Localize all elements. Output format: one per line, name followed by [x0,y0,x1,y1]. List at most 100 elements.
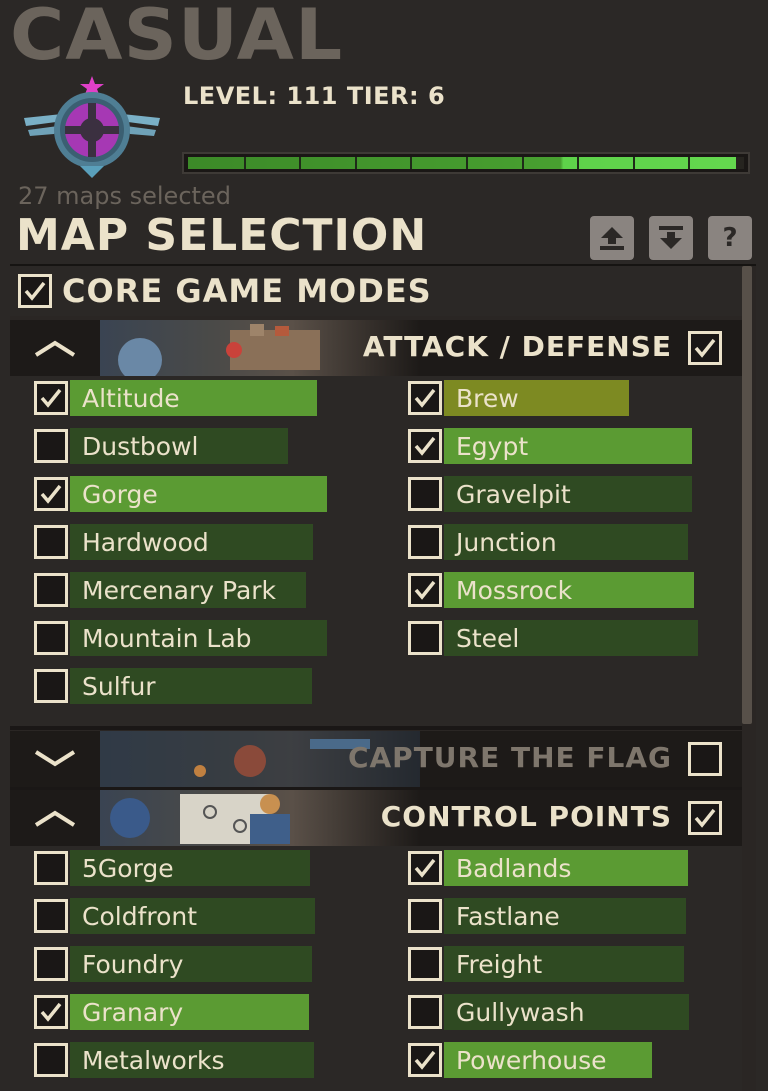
map-name: 5Gorge [70,850,310,886]
map-item-mossrock[interactable]: Mossrock [408,572,694,608]
map-item-gravelpit[interactable]: Gravelpit [408,476,692,512]
attack-defense-checkbox[interactable] [688,331,722,365]
map-item-powerhouse[interactable]: Powerhouse [408,1042,652,1078]
map-checkbox[interactable] [408,621,442,655]
map-checkbox[interactable] [408,573,442,607]
checkmark-icon [414,580,436,600]
map-name: Dustbowl [70,428,288,464]
map-name: Steel [444,620,698,656]
xp-segment-divider [410,157,413,169]
game-mode-title: CASUAL [10,0,344,76]
map-name: Gorge [70,476,327,512]
map-checkbox[interactable] [34,899,68,933]
map-checkbox[interactable] [408,429,442,463]
map-checkbox[interactable] [34,525,68,559]
map-item-metalworks[interactable]: Metalworks [34,1042,314,1078]
rank-medal-icon [22,74,162,180]
map-item-sulfur[interactable]: Sulfur [34,668,312,704]
map-checkbox[interactable] [408,381,442,415]
map-checkbox[interactable] [34,429,68,463]
map-name: Fastlane [444,898,686,934]
map-name: Egypt [444,428,692,464]
core-game-modes-checkbox[interactable] [18,274,52,308]
xp-segment-divider [688,157,691,169]
map-item-altitude[interactable]: Altitude [34,380,317,416]
map-name: Altitude [70,380,317,416]
core-game-modes-row[interactable]: CORE GAME MODES [10,266,742,316]
map-name: Foundry [70,946,312,982]
map-checkbox[interactable] [34,851,68,885]
map-name: Powerhouse [444,1042,652,1078]
map-item-mercenary-park[interactable]: Mercenary Park [34,572,306,608]
map-item-steel[interactable]: Steel [408,620,698,656]
chevron-up-icon[interactable] [10,320,100,376]
map-item-brew[interactable]: Brew [408,380,629,416]
map-name: Granary [70,994,309,1030]
capture-the-flag-label: CAPTURE THE FLAG [347,741,672,774]
category-header-capture-the-flag[interactable]: CAPTURE THE FLAG [10,731,742,787]
map-item-foundry[interactable]: Foundry [34,946,312,982]
map-item-hardwood[interactable]: Hardwood [34,524,313,560]
map-list-scrollbar[interactable] [742,266,752,724]
xp-segment-divider [577,157,580,169]
map-checkbox[interactable] [34,477,68,511]
map-name: Coldfront [70,898,315,934]
map-item-mountain-lab[interactable]: Mountain Lab [34,620,327,656]
map-checkbox[interactable] [34,573,68,607]
level-tier-label: LEVEL: 111 TIER: 6 [183,82,446,110]
control-points-label: CONTROL POINTS [380,800,672,833]
capture-the-flag-checkbox[interactable] [688,742,722,776]
map-checkbox[interactable] [408,947,442,981]
xp-segment-divider [299,157,302,169]
upload-button[interactable] [590,216,634,260]
map-item-badlands[interactable]: Badlands [408,850,688,886]
map-item-freight[interactable]: Freight [408,946,684,982]
map-checkbox[interactable] [408,525,442,559]
control-points-banner-image [100,790,420,846]
map-checkbox[interactable] [34,1043,68,1077]
map-checkbox[interactable] [34,995,68,1029]
download-button[interactable] [649,216,693,260]
category-header-attack-defense[interactable]: ATTACK / DEFENSE [10,320,742,376]
map-name: Mercenary Park [70,572,306,608]
chevron-up-icon[interactable] [10,790,100,846]
map-checkbox[interactable] [408,1043,442,1077]
map-item-coldfront[interactable]: Coldfront [34,898,315,934]
core-game-modes-label: CORE GAME MODES [62,272,432,310]
map-checkbox[interactable] [408,995,442,1029]
map-name: Freight [444,946,684,982]
map-item-junction[interactable]: Junction [408,524,688,560]
map-checkbox[interactable] [34,947,68,981]
xp-segment-divider [466,157,468,169]
map-name: Mossrock [444,572,694,608]
control-points-checkbox[interactable] [688,801,722,835]
map-name: Hardwood [70,524,313,560]
xp-segment-divider [632,157,635,169]
download-icon [659,226,683,249]
map-checkbox[interactable] [408,851,442,885]
map-item-granary[interactable]: Granary [34,994,309,1030]
checkmark-icon [24,281,46,301]
map-name: Mountain Lab [70,620,327,656]
map-name: Gravelpit [444,476,692,512]
checkmark-icon [414,388,436,408]
map-checkbox[interactable] [34,669,68,703]
map-item-gorge[interactable]: Gorge [34,476,327,512]
map-checkbox[interactable] [408,477,442,511]
chevron-down-icon[interactable] [10,731,100,787]
map-item-5gorge[interactable]: 5Gorge [34,850,310,886]
maps-selected-count: 27 maps selected [18,182,231,210]
map-item-egypt[interactable]: Egypt [408,428,692,464]
map-item-dustbowl[interactable]: Dustbowl [34,428,288,464]
map-item-gullywash[interactable]: Gullywash [408,994,689,1030]
category-header-control-points[interactable]: CONTROL POINTS [10,790,742,846]
map-name: Brew [444,380,629,416]
map-item-fastlane[interactable]: Fastlane [408,898,686,934]
map-checkbox[interactable] [34,381,68,415]
checkmark-icon [40,1002,62,1022]
map-selection-title: MAP SELECTION [16,210,428,261]
help-button[interactable]: ? [708,216,752,260]
map-checkbox[interactable] [408,899,442,933]
map-checkbox[interactable] [34,621,68,655]
checkmark-icon [414,1050,436,1070]
